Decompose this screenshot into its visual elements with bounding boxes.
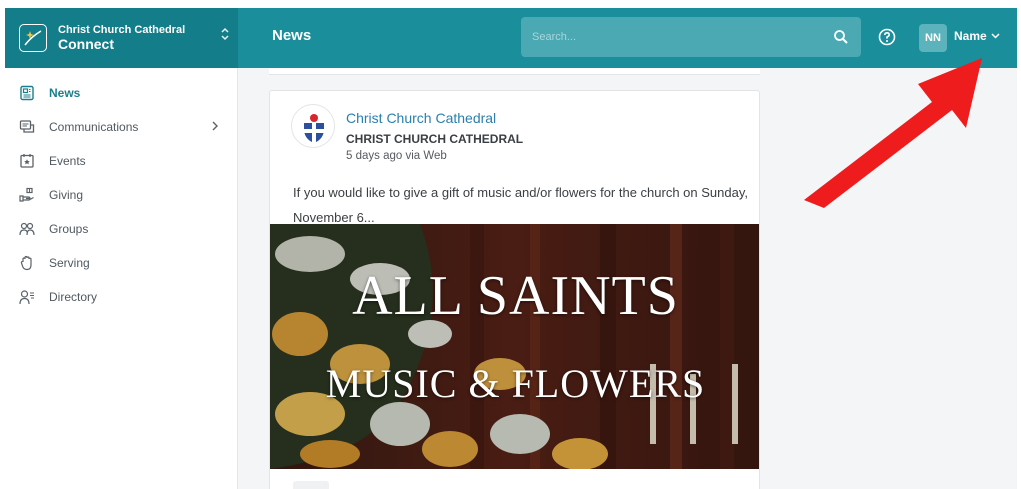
church-switcher[interactable]: Christ Church Cathedral Connect	[5, 8, 238, 68]
chevron-down-icon	[991, 33, 1000, 39]
sidebar-item-directory[interactable]: Directory	[19, 287, 219, 307]
switch-chevron-icon	[220, 26, 230, 44]
red-annotation-arrow-icon	[804, 58, 982, 208]
post-author-link[interactable]: Christ Church Cathedral	[346, 110, 496, 126]
page-title: News	[272, 27, 312, 44]
image-title-line2: MUSIC & FLOWERS	[325, 361, 706, 406]
sidebar-item-serving[interactable]: Serving	[19, 253, 219, 273]
org-name: Christ Church Cathedral	[58, 23, 186, 36]
chevron-right-icon	[212, 121, 218, 131]
sidebar-item-label: Communications	[49, 120, 139, 134]
sidebar-item-label: Events	[49, 154, 86, 168]
previous-post-card	[269, 68, 760, 75]
sidebar-item-label: News	[49, 86, 81, 100]
post-meta: 5 days ago via Web	[346, 150, 447, 162]
giving-icon	[19, 187, 34, 202]
search-input[interactable]	[521, 17, 821, 57]
communications-icon	[19, 120, 35, 133]
directory-icon	[19, 290, 34, 305]
serving-icon	[20, 255, 32, 271]
groups-icon	[19, 222, 35, 236]
post-body: If you would like to give a gift of musi…	[293, 185, 748, 225]
sidebar-item-label: Giving	[49, 188, 84, 202]
flowers-background-image	[270, 224, 759, 469]
sidebar-item-events[interactable]: Events	[19, 151, 219, 171]
events-icon	[20, 154, 34, 168]
sidebar-item-label: Groups	[49, 222, 89, 236]
sidebar-item-label: Directory	[49, 290, 98, 304]
news-icon	[20, 85, 34, 101]
sidebar-item-news[interactable]: News	[19, 83, 219, 103]
connect-logo-icon	[19, 24, 47, 52]
user-menu-button[interactable]: Name	[954, 29, 1000, 43]
user-name: Name	[954, 29, 987, 43]
sidebar: News Communications Events Giving Groups…	[5, 68, 238, 489]
sidebar-item-giving[interactable]: Giving	[19, 185, 219, 205]
post-footer-action[interactable]	[293, 481, 329, 489]
app-name: Connect	[58, 36, 114, 53]
help-icon[interactable]	[878, 28, 896, 46]
avatar[interactable]: NN	[919, 24, 947, 52]
cathedral-logo	[291, 104, 335, 148]
post-organization: CHRIST CHURCH CATHEDRAL	[346, 132, 524, 146]
news-post-card[interactable]: Christ Church Cathedral CHRIST CHURCH CA…	[269, 90, 760, 489]
search-icon[interactable]	[833, 29, 849, 45]
post-image[interactable]: ALL SAINTS MUSIC & FLOWERS	[270, 224, 759, 469]
sidebar-item-groups[interactable]: Groups	[19, 219, 219, 239]
image-title-line1: ALL SAINTS	[352, 265, 679, 327]
sidebar-item-label: Serving	[49, 256, 90, 270]
sidebar-item-communications[interactable]: Communications	[19, 117, 219, 137]
search-box	[521, 17, 861, 57]
